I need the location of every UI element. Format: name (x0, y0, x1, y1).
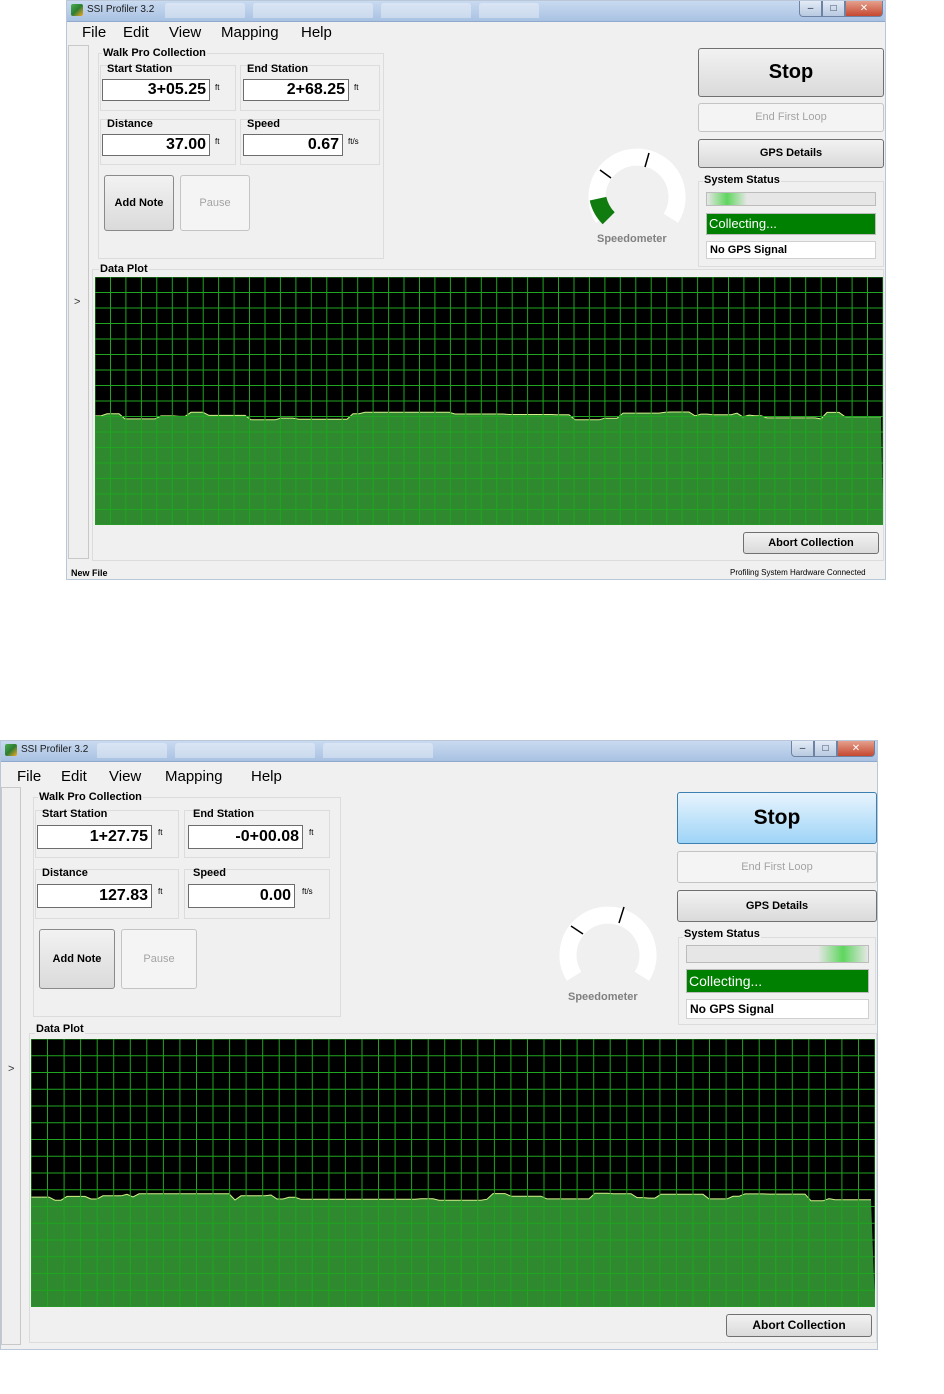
signal-fill (95, 412, 883, 525)
menu-view[interactable]: View (109, 768, 141, 785)
activity-progress-bar (686, 945, 869, 963)
title-bar[interactable]: SSI Profiler 3.2 – □ ✕ (1, 741, 877, 762)
distance-unit: ft (158, 887, 163, 896)
start-station-unit: ft (158, 828, 163, 837)
app-window-1: SSI Profiler 3.2 – □ ✕ File Edit View Ma… (66, 0, 886, 580)
distance-value: 127.83 (37, 884, 152, 908)
taskbar-tab (253, 3, 373, 18)
taskbar-tab (165, 3, 245, 18)
start-station-label: Start Station (42, 808, 108, 820)
start-station-value: 3+05.25 (102, 79, 210, 101)
taskbar-tab (323, 743, 433, 758)
taskbar-tab (175, 743, 315, 758)
window-title: SSI Profiler 3.2 (87, 4, 155, 15)
menu-bar: File Edit View Mapping Help (1, 765, 877, 787)
end-first-loop-button[interactable]: End First Loop (698, 103, 884, 132)
menu-file[interactable]: File (82, 24, 106, 41)
expand-arrow-icon[interactable]: > (8, 1063, 14, 1075)
end-station-unit: ft (354, 83, 359, 92)
end-first-loop-button[interactable]: End First Loop (677, 851, 877, 883)
status-bar-hardware: Profiling System Hardware Connected (730, 568, 866, 577)
pause-button[interactable]: Pause (121, 929, 197, 989)
data-plot-title: Data Plot (99, 263, 149, 275)
speed-unit: ft/s (348, 137, 359, 146)
app-window-2: SSI Profiler 3.2 – □ ✕ File Edit View Ma… (0, 740, 878, 1350)
distance-unit: ft (215, 137, 220, 146)
start-station-label: Start Station (107, 63, 173, 75)
start-station-value: 1+27.75 (37, 825, 152, 849)
status-bar-file: New File (71, 568, 108, 578)
data-plot-title: Data Plot (35, 1023, 85, 1035)
progress-glow (818, 946, 868, 962)
distance-label: Distance (107, 118, 153, 130)
speed-label: Speed (247, 118, 281, 130)
close-icon[interactable]: ✕ (837, 741, 875, 757)
end-station-label: End Station (193, 808, 255, 820)
menu-edit[interactable]: Edit (123, 24, 149, 41)
maximize-icon[interactable]: □ (814, 741, 837, 757)
speedometer-fill (589, 196, 616, 225)
menu-edit[interactable]: Edit (61, 768, 87, 785)
menu-help[interactable]: Help (301, 24, 332, 41)
taskbar-tab (479, 3, 539, 18)
system-status-title: System Status (683, 928, 761, 940)
gps-details-button[interactable]: GPS Details (677, 890, 877, 922)
add-note-button[interactable]: Add Note (104, 175, 174, 231)
speedometer-label: Speedometer (597, 233, 667, 245)
menu-help[interactable]: Help (251, 768, 282, 785)
start-station-unit: ft (215, 83, 220, 92)
system-status-title: System Status (703, 174, 781, 186)
gps-signal-status: No GPS Signal (706, 241, 876, 259)
menu-mapping[interactable]: Mapping (221, 24, 279, 41)
end-station-unit: ft (309, 828, 314, 837)
speed-value: 0.67 (243, 134, 343, 156)
distance-value: 37.00 (102, 134, 210, 156)
side-panel-toggle[interactable]: > (1, 787, 21, 1345)
stop-button[interactable]: Stop (698, 48, 884, 97)
pause-button[interactable]: Pause (180, 175, 250, 231)
gps-details-button[interactable]: GPS Details (698, 139, 884, 168)
menu-bar: File Edit View Mapping Help (67, 21, 885, 43)
taskbar-tab (381, 3, 471, 18)
maximize-icon[interactable]: □ (822, 1, 845, 17)
speedometer-gauge (559, 906, 657, 981)
gps-signal-status: No GPS Signal (686, 999, 869, 1019)
speed-value: 0.00 (188, 884, 295, 908)
speed-unit: ft/s (302, 887, 313, 896)
speedometer-track (559, 906, 657, 981)
title-bar[interactable]: SSI Profiler 3.2 – □ ✕ (67, 1, 885, 22)
taskbar-tab (97, 743, 167, 758)
abort-collection-button[interactable]: Abort Collection (726, 1314, 872, 1337)
stop-button[interactable]: Stop (677, 792, 877, 844)
app-icon (5, 744, 17, 756)
close-icon[interactable]: ✕ (845, 1, 883, 17)
menu-mapping[interactable]: Mapping (165, 768, 223, 785)
walk-pro-collection-title: Walk Pro Collection (102, 47, 207, 59)
end-station-label: End Station (247, 63, 309, 75)
walk-pro-collection-title: Walk Pro Collection (38, 791, 143, 803)
collecting-status: Collecting... (706, 213, 876, 235)
expand-arrow-icon[interactable]: > (74, 296, 80, 308)
speed-label: Speed (193, 867, 227, 879)
menu-file[interactable]: File (17, 768, 41, 785)
distance-label: Distance (42, 867, 88, 879)
add-note-button[interactable]: Add Note (39, 929, 115, 989)
end-station-value: 2+68.25 (243, 79, 349, 101)
activity-progress-bar (706, 192, 876, 206)
app-icon (71, 4, 83, 16)
speedometer-gauge (588, 148, 686, 225)
abort-collection-button[interactable]: Abort Collection (743, 532, 879, 554)
speedometer-label: Speedometer (568, 991, 638, 1003)
menu-view[interactable]: View (169, 24, 201, 41)
data-plot-chart (31, 1039, 875, 1307)
window-title: SSI Profiler 3.2 (21, 744, 89, 755)
minimize-icon[interactable]: – (791, 741, 814, 757)
minimize-icon[interactable]: – (799, 1, 822, 17)
collecting-status: Collecting... (686, 969, 869, 993)
progress-glow (707, 193, 747, 205)
side-panel-toggle[interactable]: > (68, 45, 89, 559)
end-station-value: -0+00.08 (188, 825, 303, 849)
data-plot-chart (95, 277, 883, 525)
